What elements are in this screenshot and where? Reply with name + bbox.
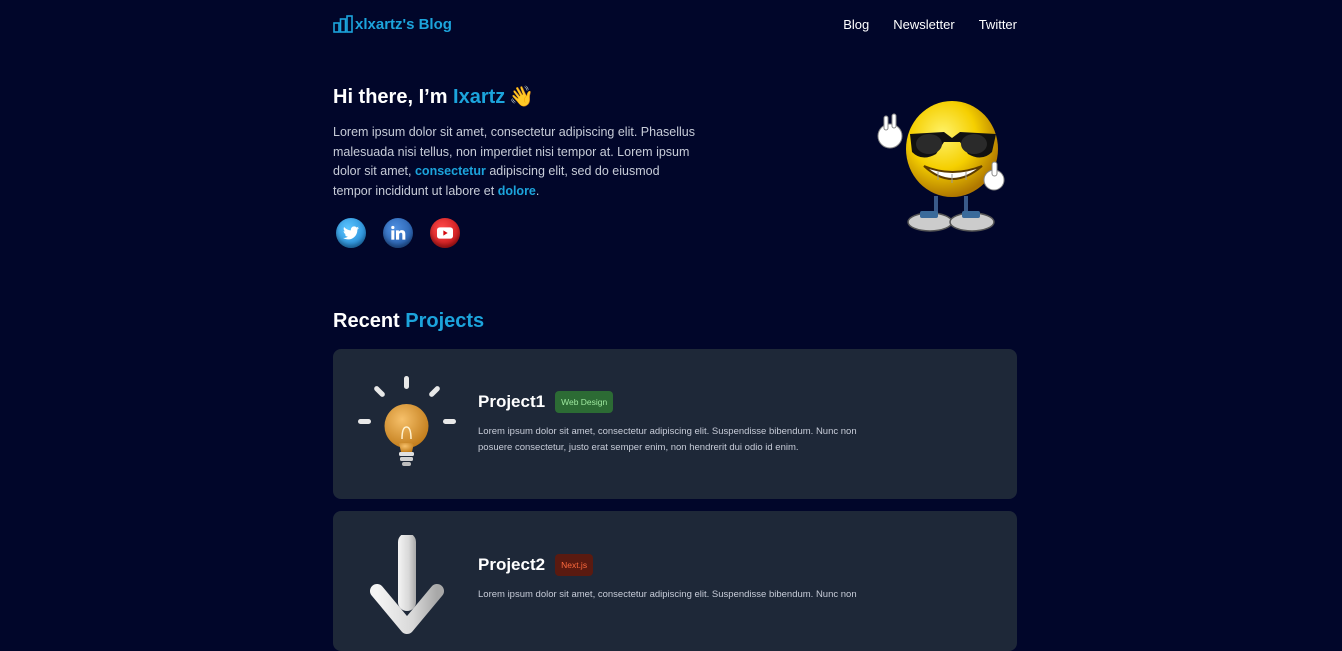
bio-link-dolore[interactable]: dolore (498, 184, 536, 198)
arrow-down-icon (370, 535, 444, 634)
cool-smiley-mascot-icon (877, 101, 1005, 232)
bar-chart-logo-icon (333, 15, 353, 33)
twitter-bird-glyph (343, 226, 359, 240)
project-title-row-2: Project2 Next.js (478, 554, 594, 576)
recent-projects-heading: Recent Projects (333, 310, 484, 333)
brand-logo-link[interactable]: xlxartz's Blog (333, 15, 452, 33)
project-description-2: Lorem ipsum dolor sit amet, consectetur … (478, 589, 857, 600)
project-card-2[interactable]: Project2 Next.js Lorem ipsum dolor sit a… (333, 511, 1017, 651)
bio-text-3: . (535, 183, 540, 198)
bio-link-consectetur[interactable]: consectetur (415, 164, 486, 178)
social-links (336, 218, 460, 248)
nav-link-blog[interactable]: Blog (843, 17, 869, 32)
hero-greeting: Hi there, I’m (333, 86, 454, 108)
project-title-row-1: Project1 Web Design (478, 391, 614, 413)
twitter-icon[interactable] (336, 218, 366, 248)
section-title-prefix: Recent (333, 310, 406, 332)
waving-hand-icon: 👋 (509, 86, 535, 108)
brand-name: xlxartz's Blog (355, 15, 452, 33)
hero-section: Hi there, I’m Ixartz 👋 Lorem ipsum dolor … (333, 84, 1017, 309)
hero-name: Ixartz (453, 86, 506, 108)
project-tag-nextjs: Next.js (555, 554, 594, 576)
nav-link-newsletter[interactable]: Newsletter (893, 17, 954, 32)
project-card-1[interactable]: Project1 Web Design Lorem ipsum dolor si… (333, 349, 1017, 499)
page-container: xlxartz's Blog Blog Newsletter Twitter H… (333, 0, 1017, 309)
lightbulb-icon (358, 376, 456, 466)
project-description-1: Lorem ipsum dolor sit amet, consectetur … (478, 426, 857, 453)
hero-heading: Hi there, I’m Ixartz 👋 (333, 84, 534, 110)
linkedin-icon[interactable] (383, 218, 413, 248)
top-nav: xlxartz's Blog Blog Newsletter Twitter (333, 0, 1017, 48)
nav-links: Blog Newsletter Twitter (843, 17, 1017, 32)
youtube-icon[interactable] (430, 218, 460, 248)
project-title-2[interactable]: Project2 (478, 555, 545, 575)
hero-bio: Lorem ipsum dolor sit amet, consectetur … (333, 123, 695, 201)
project-title-1[interactable]: Project1 (478, 392, 545, 412)
youtube-play-glyph (437, 227, 453, 239)
linkedin-in-glyph (391, 225, 406, 240)
nav-link-twitter[interactable]: Twitter (979, 17, 1017, 32)
section-title-accent: Projects (405, 310, 485, 332)
project-tag-web-design: Web Design (555, 391, 614, 413)
